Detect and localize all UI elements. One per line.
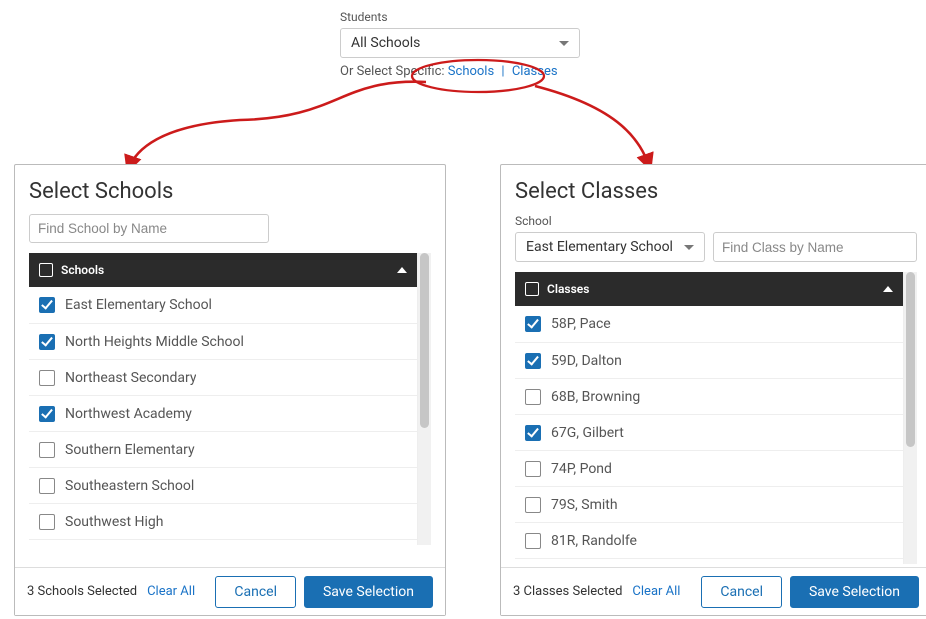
classes-list-header: Classes: [515, 272, 903, 306]
schools-scrollbar[interactable]: [417, 253, 431, 545]
school-item-label: North Heights Middle School: [65, 334, 244, 350]
schools-list-body: East Elementary School North Heights Midd…: [29, 287, 417, 545]
schools-footer: 3 Schools Selected Clear All Cancel Save…: [15, 567, 445, 615]
school-item-label: Northeast Secondary: [65, 370, 196, 386]
scrollbar-thumb[interactable]: [906, 272, 915, 447]
school-item-checkbox[interactable]: [39, 514, 55, 530]
class-item-checkbox[interactable]: [525, 497, 541, 513]
school-item-checkbox[interactable]: [39, 478, 55, 494]
classes-select-all-checkbox[interactable]: [525, 282, 539, 296]
class-item-checkbox[interactable]: [525, 316, 541, 332]
classes-school-dropdown[interactable]: East Elementary School: [515, 232, 705, 262]
class-item-row[interactable]: 58P, Pace: [515, 306, 903, 342]
class-item-checkbox[interactable]: [525, 389, 541, 405]
schools-clear-all[interactable]: Clear All: [147, 584, 195, 599]
class-item-label: 58P, Pace: [551, 316, 611, 332]
select-schools-title: Select Schools: [29, 179, 431, 204]
scrollbar-thumb[interactable]: [420, 253, 429, 428]
schools-cancel-button[interactable]: Cancel: [215, 576, 296, 608]
class-item-row[interactable]: 74P, Pond: [515, 450, 903, 486]
select-classes-panel: Select Classes School East Elementary Sc…: [500, 164, 926, 616]
school-item-row[interactable]: Northwest Academy: [29, 395, 417, 431]
class-item-row[interactable]: 79S, Smith: [515, 486, 903, 522]
sort-icon[interactable]: [397, 267, 407, 273]
school-item-checkbox[interactable]: [39, 334, 55, 350]
school-item-row[interactable]: Western River High School: [29, 539, 417, 545]
classes-header-label: Classes: [547, 282, 589, 296]
school-item-checkbox[interactable]: [39, 406, 55, 422]
link-separator: |: [501, 64, 504, 79]
school-item-row[interactable]: East Elementary School: [29, 287, 417, 323]
classes-list-body: 58P, Pace 59D, Dalton 68B, Browning 67G, Gi…: [515, 306, 903, 564]
classes-selected-count: 3 Classes Selected: [513, 584, 622, 599]
classes-cancel-button[interactable]: Cancel: [701, 576, 782, 608]
schools-list-wrap: Schools East Elementary School North Heig…: [29, 253, 431, 545]
school-item-label: East Elementary School: [65, 297, 212, 313]
class-item-row[interactable]: 86V, VanHeusen: [515, 558, 903, 564]
class-item-checkbox[interactable]: [525, 425, 541, 441]
school-item-label: Southwest High: [65, 514, 164, 530]
find-school-input[interactable]: [29, 214, 269, 243]
chevron-down-icon: [684, 245, 694, 250]
schools-save-button[interactable]: Save Selection: [304, 576, 433, 608]
school-item-label: Southern Elementary: [65, 442, 195, 458]
classes-school-label: School: [515, 214, 917, 228]
school-item-row[interactable]: North Heights Middle School: [29, 323, 417, 359]
school-item-label: Southeastern School: [65, 478, 194, 494]
classes-list-wrap: Classes 58P, Pace 59D, Dalton 68B, Brownin…: [515, 272, 917, 564]
class-item-row[interactable]: 67G, Gilbert: [515, 414, 903, 450]
class-item-label: 68B, Browning: [551, 389, 640, 405]
all-schools-value: All Schools: [351, 35, 420, 51]
class-item-label: 74P, Pond: [551, 461, 612, 477]
school-item-row[interactable]: Southeastern School: [29, 467, 417, 503]
students-label: Students: [340, 10, 580, 24]
school-item-row[interactable]: Southwest High: [29, 503, 417, 539]
select-schools-panel: Select Schools Schools East Elementary S…: [14, 164, 446, 616]
schools-header-label: Schools: [61, 263, 104, 277]
classes-school-value: East Elementary School: [526, 239, 673, 255]
school-item-checkbox[interactable]: [39, 370, 55, 386]
all-schools-dropdown[interactable]: All Schools: [340, 28, 580, 58]
school-item-row[interactable]: Southern Elementary: [29, 431, 417, 467]
class-item-row[interactable]: 68B, Browning: [515, 378, 903, 414]
school-item-checkbox[interactable]: [39, 297, 55, 313]
or-select-text: Or Select Specific:: [340, 64, 445, 79]
schools-select-all-checkbox[interactable]: [39, 263, 53, 277]
schools-link[interactable]: Schools: [448, 64, 494, 79]
class-item-label: 81R, Randolfe: [551, 533, 637, 549]
schools-list-header: Schools: [29, 253, 417, 287]
classes-scrollbar[interactable]: [903, 272, 917, 564]
class-item-row[interactable]: 81R, Randolfe: [515, 522, 903, 558]
class-item-row[interactable]: 59D, Dalton: [515, 342, 903, 378]
class-item-label: 79S, Smith: [551, 497, 618, 513]
class-item-label: 59D, Dalton: [551, 353, 622, 369]
classes-clear-all[interactable]: Clear All: [632, 584, 680, 599]
classes-footer: 3 Classes Selected Clear All Cancel Save…: [501, 567, 926, 615]
class-item-checkbox[interactable]: [525, 353, 541, 369]
find-class-input[interactable]: [713, 232, 917, 262]
schools-selected-count: 3 Schools Selected: [27, 584, 137, 599]
class-item-checkbox[interactable]: [525, 533, 541, 549]
school-item-label: Northwest Academy: [65, 406, 192, 422]
sort-icon[interactable]: [883, 286, 893, 292]
class-item-checkbox[interactable]: [525, 461, 541, 477]
students-filter-block: Students All Schools Or Select Specific:…: [340, 10, 580, 79]
class-item-label: 67G, Gilbert: [551, 425, 624, 441]
classes-save-button[interactable]: Save Selection: [790, 576, 919, 608]
or-select-specific-row: Or Select Specific: Schools | Classes: [340, 64, 580, 79]
classes-link[interactable]: Classes: [512, 64, 558, 79]
select-classes-title: Select Classes: [515, 179, 917, 204]
school-item-row[interactable]: Northeast Secondary: [29, 359, 417, 395]
school-item-checkbox[interactable]: [39, 442, 55, 458]
chevron-down-icon: [559, 41, 569, 46]
